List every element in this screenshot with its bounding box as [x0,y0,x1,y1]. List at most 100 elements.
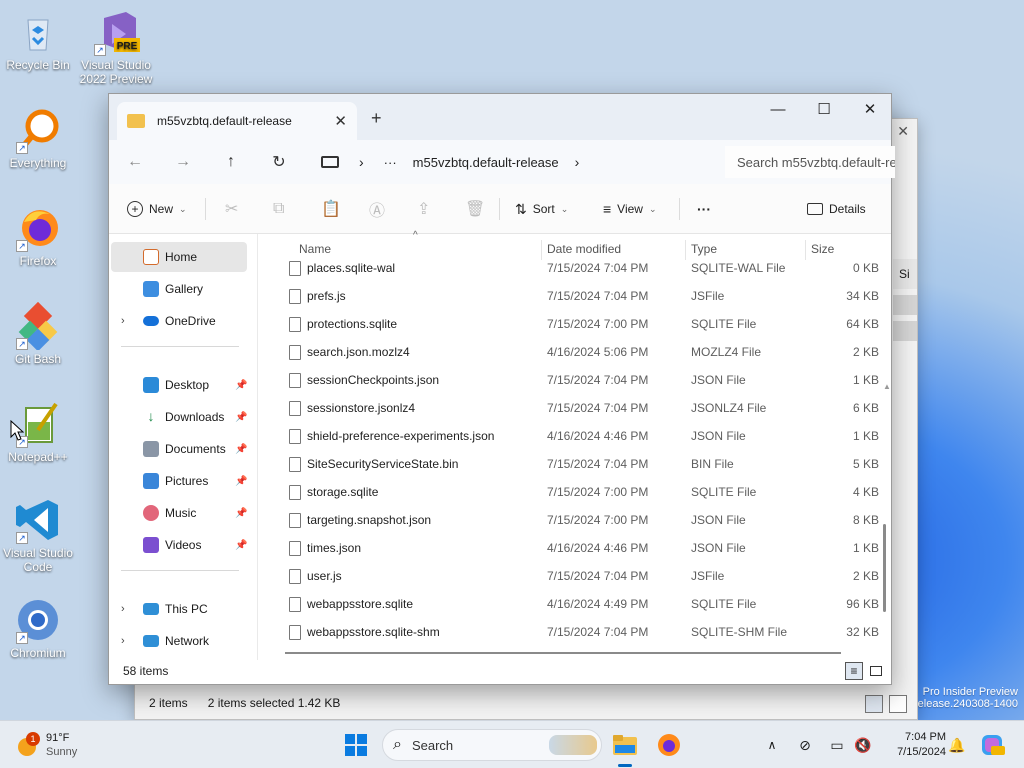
file-row[interactable]: places.sqlite-wal 7/15/2024 7:04 PM SQLITE… [269,254,879,282]
nav-item-videos[interactable]: Videos 📌 [111,530,247,560]
nav-item-desktop[interactable]: Desktop 📌 [111,370,247,400]
file-row[interactable]: protections.sqlite 7/15/2024 7:00 PM SQLIT… [269,310,879,338]
file-row[interactable]: sessionstore.jsonlz4 7/15/2024 7:04 PM JSO… [269,394,879,422]
new-tab-button[interactable]: + [371,108,382,129]
breadcrumb[interactable]: › ··· m55vzbtq.default-release › [313,146,715,178]
maximize-button[interactable]: ☐ [801,94,847,124]
copilot-button[interactable] [980,731,1006,759]
nav-item-onedrive[interactable]: › OneDrive [111,306,247,336]
chevron-right-icon[interactable]: › [121,603,125,615]
desktop-icon-visual-studio[interactable]: PRE ↗ Visual Studio 2022 Preview [78,8,154,86]
scroll-up-icon[interactable]: ▲ [883,382,891,391]
file-row[interactable]: sessionCheckpoints.json 7/15/2024 7:04 PM… [269,366,879,394]
sort-button[interactable]: ⇅ Sort ⌄ [515,196,568,222]
back-arrow-icon[interactable]: ← [121,150,149,174]
nav-item-downloads[interactable]: ↓ Downloads 📌 [111,402,247,432]
horizontal-scrollbar-thumb[interactable] [285,652,841,654]
weather-widget[interactable]: 1 91°F Sunny [16,731,96,759]
desktop-icon-firefox[interactable]: ↗ Firefox [0,204,76,268]
volume-muted-icon[interactable]: 🔇 [852,731,874,759]
breadcrumb-current-folder[interactable]: m55vzbtq.default-release [413,155,559,170]
file-row[interactable]: prefs.js 7/15/2024 7:04 PM JSFile 34 KB [269,282,879,310]
nav-item-this-pc[interactable]: › This PC [111,594,247,624]
copy-icon[interactable]: ⧉ [273,196,284,222]
pin-icon[interactable]: 📌 [235,380,247,391]
file-row[interactable]: webappsstore.sqlite-shm 7/15/2024 7:04 PM… [269,618,879,646]
view-button[interactable]: ≡ View ⌄ [603,196,657,222]
notification-bell-icon[interactable]: 🔔 [946,731,968,759]
taskbar-search-box[interactable]: ⌕ Search [382,729,602,761]
file-explorer-window[interactable]: m55vzbtq.default-release ✕ + — ☐ ✕ ← → ↑… [108,93,895,685]
desktop-icon-git-bash[interactable]: ↗ Git Bash [0,301,76,366]
pin-icon[interactable]: 📌 [235,476,247,487]
desktop-icon-everything[interactable]: ↗ Everything [0,106,76,170]
paste-icon[interactable]: 📋 [321,196,341,222]
file-row[interactable]: times.json 4/16/2024 4:46 PM JSON File 1 KB [269,534,879,562]
nav-item-documents[interactable]: Documents 📌 [111,434,247,464]
nav-item-gallery[interactable]: Gallery [111,274,247,304]
desktop-icon-vscode[interactable]: ↗ Visual Studio Code [0,496,76,574]
nav-item-home[interactable]: Home [111,242,247,272]
file-row[interactable]: user.js 7/15/2024 7:04 PM JSFile 2 KB [269,562,879,590]
cut-icon[interactable]: ✂ [225,196,238,222]
tab-current-folder[interactable]: m55vzbtq.default-release ✕ [117,102,357,140]
chevron-right-icon[interactable]: › [121,635,125,647]
minimize-button[interactable]: — [755,94,801,124]
taskbar-firefox[interactable] [654,731,684,759]
close-icon[interactable]: ✕ [897,123,909,140]
nav-item-network[interactable]: › Network [111,626,247,656]
refresh-icon[interactable]: ↻ [265,150,293,174]
chevron-right-icon[interactable]: › [121,315,125,327]
pin-icon[interactable]: 📌 [235,540,247,551]
pin-icon[interactable]: 📌 [235,444,247,455]
file-icon [289,569,301,584]
file-type: BIN File [691,457,734,471]
tiles-view-toggle-icon[interactable] [889,695,907,713]
chevron-right-icon[interactable]: › [575,154,580,170]
vertical-scrollbar-thumb[interactable] [883,524,886,612]
chevron-down-icon: ⌄ [560,203,569,214]
file-row[interactable]: storage.sqlite 7/15/2024 7:00 PM SQLITE Fi… [269,478,879,506]
clock[interactable]: 7:04 PM 7/15/2024 [880,731,946,759]
file-row[interactable]: webappsstore.sqlite 4/16/2024 4:49 PM SQLI… [269,590,879,618]
rename-icon[interactable]: Ⓐ [369,196,385,222]
new-button[interactable]: + New ⌄ [127,196,187,222]
tiles-view-icon[interactable] [867,662,885,680]
shortcut-arrow-icon: ↗ [16,532,28,544]
start-button[interactable] [340,731,372,759]
details-pane-button[interactable]: Details [807,196,866,222]
forward-arrow-icon[interactable]: → [169,150,197,174]
search-box[interactable]: Search m55vzbtq.default-release [725,146,895,178]
file-size: 32 KB [846,625,879,639]
close-window-button[interactable]: ✕ [847,94,893,124]
taskbar-file-explorer[interactable] [610,731,640,767]
up-arrow-icon[interactable]: ↑ [217,150,245,174]
show-hidden-icons-chevron-icon[interactable]: ∧ [762,731,782,759]
status-bar: 58 items ≡ [109,658,891,684]
file-row[interactable]: search.json.mozlz4 4/16/2024 5:06 PM MOZLZ… [269,338,879,366]
share-icon[interactable]: ⇪ [417,196,430,222]
onedrive-cloud-icon [143,316,159,326]
file-row[interactable]: shield-preference-experiments.json 4/16/2… [269,422,879,450]
pin-icon[interactable]: 📌 [235,508,247,519]
details-view-toggle-icon[interactable] [865,695,883,713]
desktop-icon-recycle-bin[interactable]: Recycle Bin [0,8,76,72]
close-tab-icon[interactable]: ✕ [334,112,347,130]
file-row[interactable]: SiteSecurityServiceState.bin 7/15/2024 7:… [269,450,879,478]
file-name: webappsstore.sqlite [307,597,414,611]
display-icon[interactable]: ▭ [826,731,848,759]
nav-item-music[interactable]: Music 📌 [111,498,247,528]
pane-splitter[interactable] [257,234,258,660]
details-view-icon[interactable]: ≡ [845,662,863,680]
network-disconnected-icon[interactable]: ⊘ [794,731,816,759]
folder-icon [127,114,145,128]
file-icon [289,541,301,556]
overflow-dots-icon[interactable]: ··· [384,155,397,170]
delete-icon[interactable]: 🗑 [465,196,485,222]
desktop-icon-chromium[interactable]: ↗ Chromium [0,596,76,660]
file-row[interactable]: targeting.snapshot.json 7/15/2024 7:00 PM… [269,506,879,534]
nav-item-pictures[interactable]: Pictures 📌 [111,466,247,496]
pin-icon[interactable]: 📌 [235,412,247,423]
videos-icon [143,537,159,553]
see-more-button[interactable]: ··· [697,196,711,222]
